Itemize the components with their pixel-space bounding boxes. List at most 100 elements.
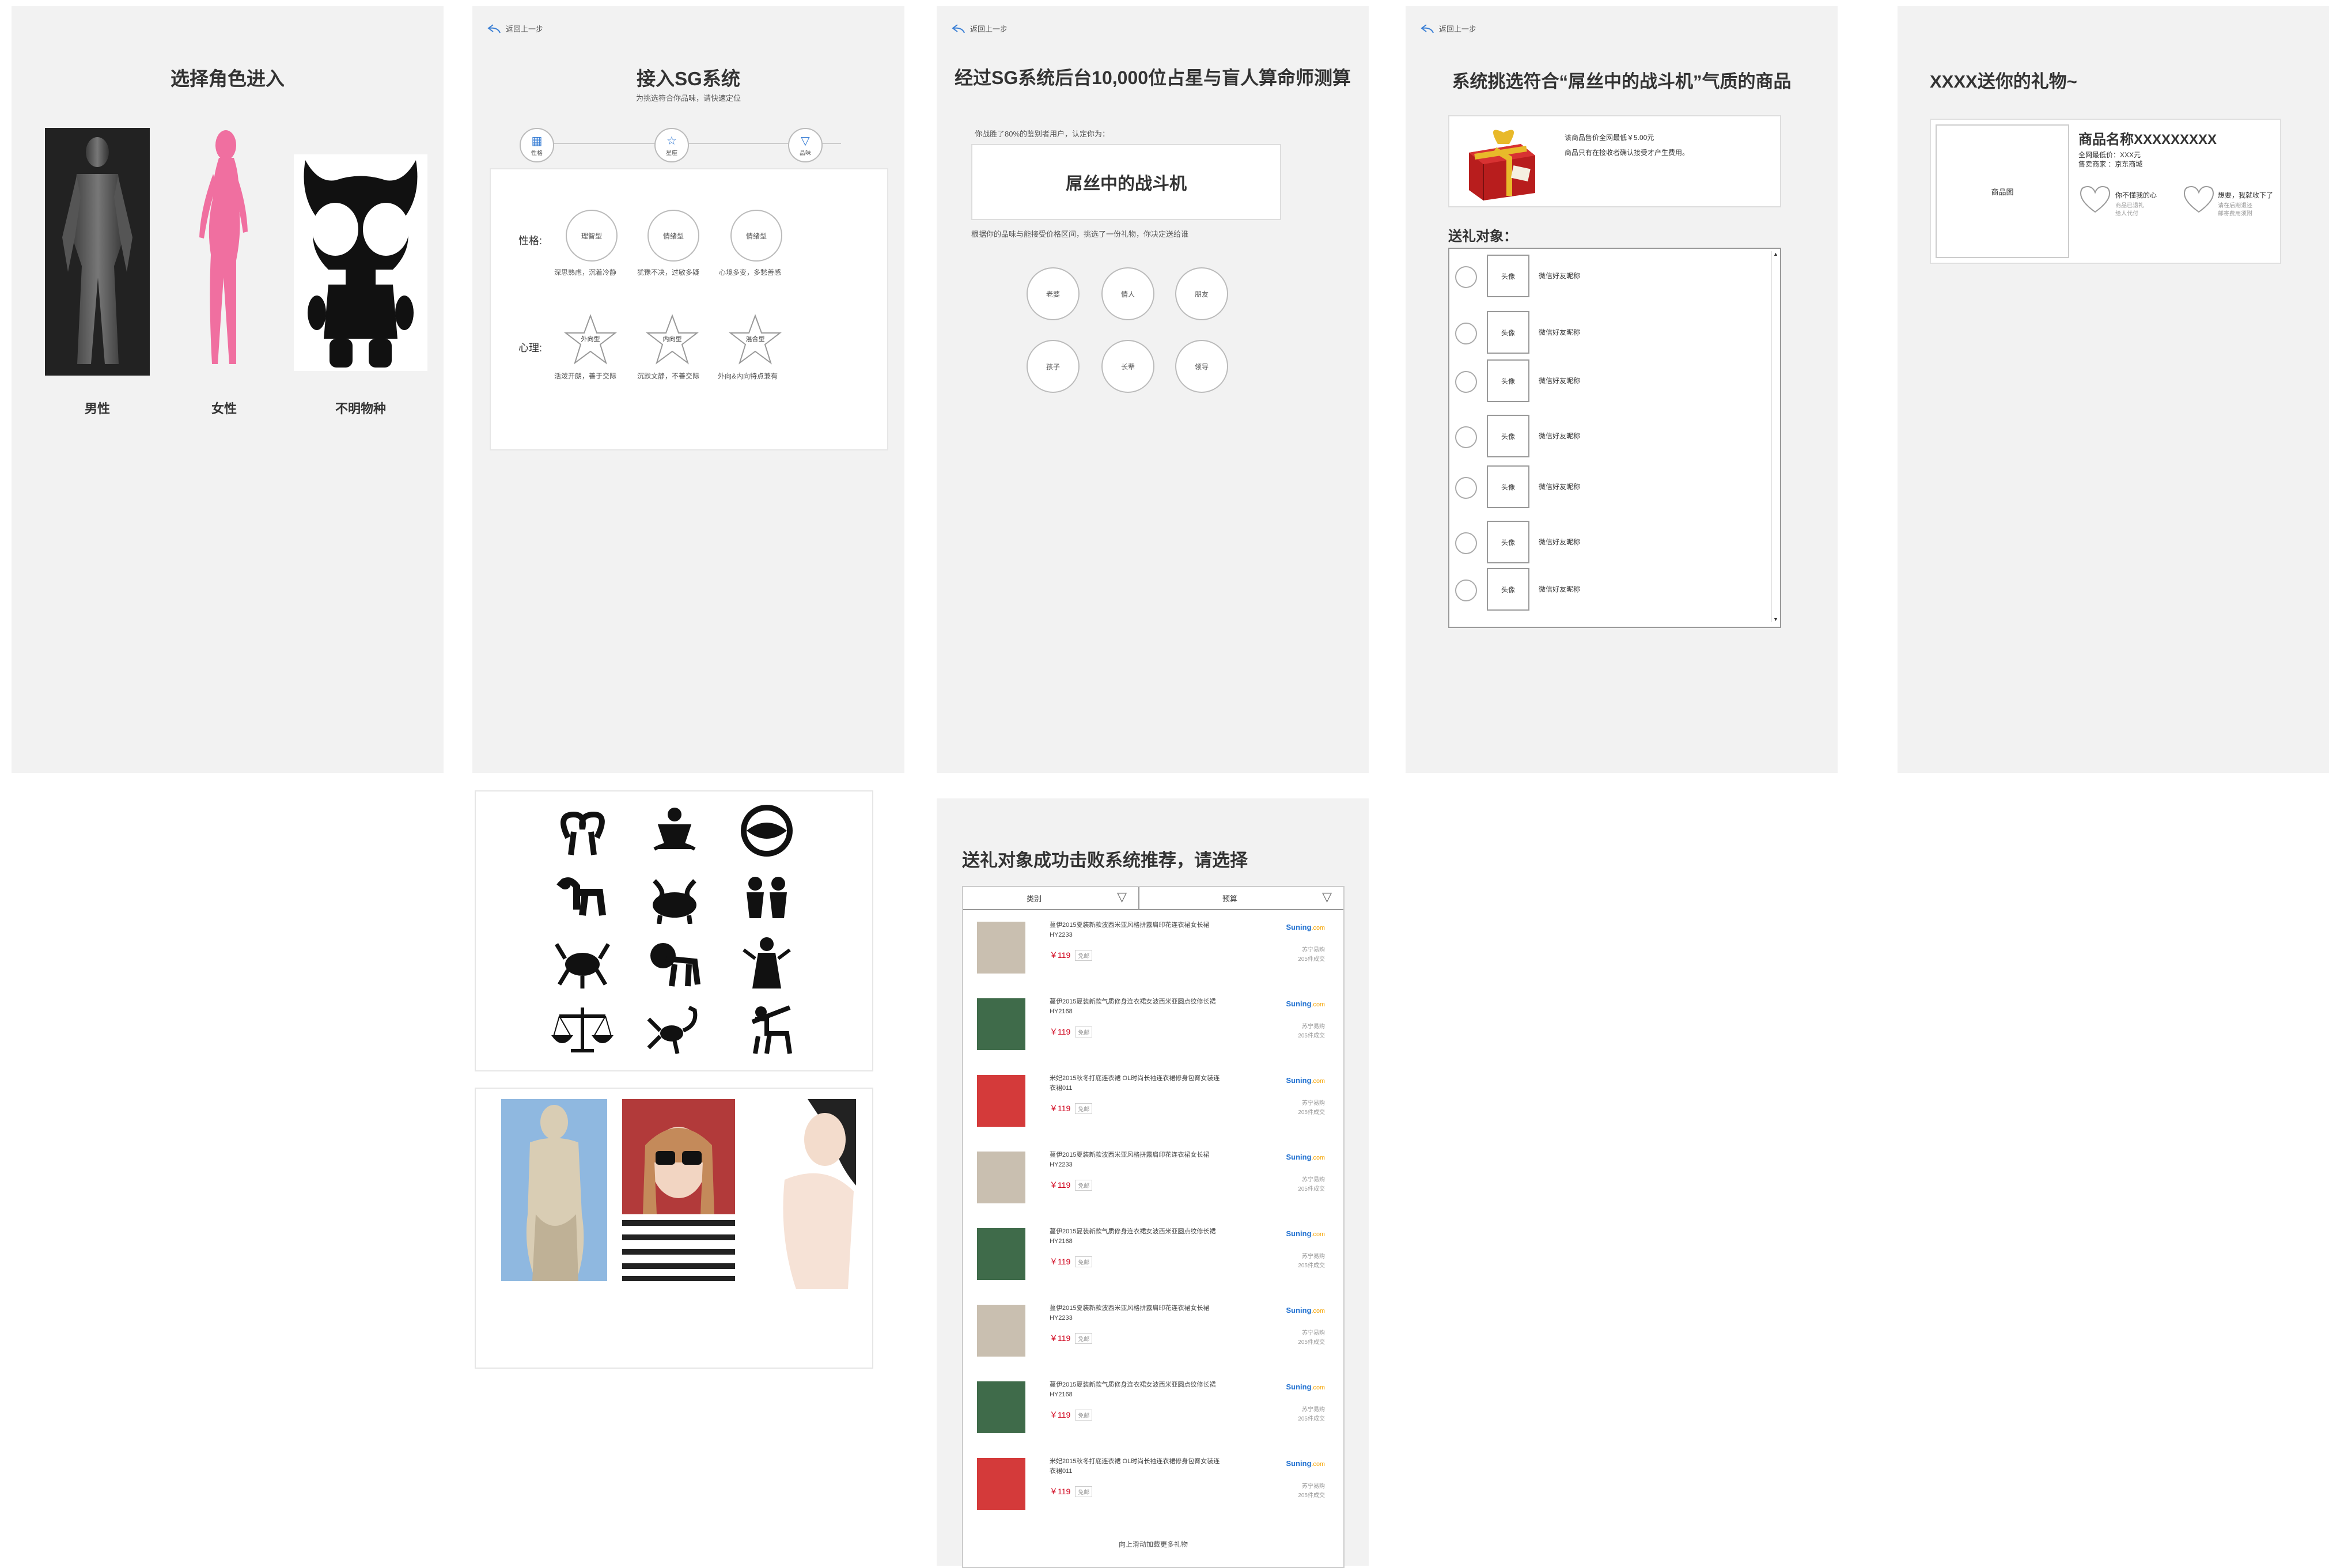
zodiac-capricorn-icon[interactable] <box>551 869 614 924</box>
product-price: ￥119 免邮 <box>1050 1486 1093 1497</box>
zodiac-scorpio-icon[interactable] <box>643 1002 706 1056</box>
friend-row[interactable]: 头像 微信好友昵称 <box>1455 311 1766 354</box>
product-price: ￥119 免邮 <box>1050 1026 1093 1037</box>
product-price: 全网最低价：XXX元 <box>2078 151 2141 159</box>
store-logo: Suning.com <box>1286 1459 1325 1468</box>
option-label: 混合型 <box>745 336 765 343</box>
option-desc: 心境多变，多愁善感 <box>719 268 782 277</box>
page-subtitle: 为挑选符合你品味，请快速定位 <box>635 94 741 103</box>
free-shipping-badge: 免邮 <box>1075 1410 1093 1421</box>
load-more-hint[interactable]: 向上滑动加载更多礼物 <box>963 1539 1343 1549</box>
product-thumbnail <box>977 1458 1025 1510</box>
product-row[interactable]: 蔓伊2015夏装新款波西米亚风格拼露肩印花连衣裙女长裙HY2233 ￥119 免邮 S… <box>972 915 1332 984</box>
radio-button[interactable] <box>1455 477 1477 499</box>
zodiac-sagittarius-icon[interactable] <box>735 1002 798 1056</box>
statue-photo-image[interactable] <box>501 1099 607 1281</box>
product-row[interactable]: 蔓伊2015夏装新款气质修身连衣裙女波西米亚圆点纹修长裙HY2168 ￥119 免邮… <box>972 1374 1332 1444</box>
role-unknown[interactable]: 不明物种 <box>294 154 427 416</box>
psych-option[interactable]: 混合型 <box>728 313 782 365</box>
zodiac-libra-icon[interactable] <box>551 1002 614 1056</box>
step-taste[interactable]: ▽ 品味 <box>788 128 823 162</box>
zodiac-pisces-icon[interactable] <box>735 803 798 858</box>
accept-label: 想要，我就收下了 <box>2218 191 2274 199</box>
friend-row[interactable]: 头像 微信好友昵称 <box>1455 568 1766 611</box>
option-label: 理智型 <box>581 232 602 240</box>
budget-dropdown[interactable]: 预算 ▽ <box>1139 887 1343 909</box>
friend-row[interactable]: 头像 微信好友昵称 <box>1455 359 1766 402</box>
free-shipping-badge: 免邮 <box>1075 1256 1093 1267</box>
price-value: ￥119 <box>1050 1257 1071 1266</box>
store-name: 苏宁易购 <box>1302 947 1325 953</box>
store-name: 苏宁易购 <box>1302 1253 1325 1260</box>
back-button[interactable]: 返回上一步 <box>952 23 1008 34</box>
target-wife-button[interactable]: 老婆 <box>1027 267 1080 320</box>
zodiac-aquarius-icon[interactable] <box>643 803 706 858</box>
store-logo-text: Suning <box>1286 1383 1312 1391</box>
target-lover-button[interactable]: 情人 <box>1101 267 1154 320</box>
back-button[interactable]: 返回上一步 <box>1421 23 1476 34</box>
target-friend-button[interactable]: 朋友 <box>1175 267 1228 320</box>
personality-option[interactable]: 理智型 <box>566 210 618 262</box>
radio-button[interactable] <box>1455 580 1477 601</box>
product-row[interactable]: 蔓伊2015夏装新款波西米亚风格拼露肩印花连衣裙女长裙HY2233 ￥119 免邮 S… <box>972 1145 1332 1214</box>
avatar: 头像 <box>1487 465 1529 508</box>
product-row[interactable]: 米妃2015秋冬打底连衣裙 OL时尚长袖连衣裙修身包臀女装连衣裙011 ￥119 免… <box>972 1451 1332 1520</box>
friend-row[interactable]: 头像 微信好友昵称 <box>1455 415 1766 457</box>
portrait-photo-image[interactable] <box>750 1099 856 1289</box>
zodiac-virgo-icon[interactable] <box>735 936 798 990</box>
accept-button[interactable]: 想要，我就收下了 请在后期退还 邮寄费用须附 <box>2182 184 2280 225</box>
zodiac-taurus-icon[interactable] <box>643 869 706 924</box>
price-value: ￥119 <box>1050 1180 1071 1190</box>
product-row[interactable]: 蔓伊2015夏装新款波西米亚风格拼露肩印花连衣裙女长裙HY2233 ￥119 免邮 S… <box>972 1298 1332 1367</box>
zodiac-gemini-icon[interactable] <box>735 869 798 924</box>
friend-row[interactable]: 头像 微信好友昵称 <box>1455 465 1766 508</box>
price-value: ￥119 <box>1050 1334 1071 1343</box>
price-value: ￥119 <box>1050 1104 1071 1113</box>
personality-option[interactable]: 情绪型 <box>730 210 782 262</box>
target-child-button[interactable]: 孩子 <box>1027 340 1080 393</box>
radio-button[interactable] <box>1455 266 1477 288</box>
radio-button[interactable] <box>1455 371 1477 393</box>
back-button[interactable]: 返回上一步 <box>487 23 543 34</box>
role-male[interactable]: 男性 <box>45 128 150 416</box>
sold-count: 205件成交 <box>1298 1416 1325 1422</box>
role-female[interactable]: 女性 <box>183 128 265 416</box>
friend-nickname: 微信好友昵称 <box>1539 483 1581 491</box>
store-logo-text: Suning <box>1286 1229 1312 1238</box>
gift-desc-fee: 商品只有在接收者确认接受才产生费用。 <box>1565 149 1690 157</box>
psych-option[interactable]: 内向型 <box>645 313 699 365</box>
product-thumbnail <box>977 1305 1025 1357</box>
radio-button[interactable] <box>1455 532 1477 554</box>
zodiac-cancer-icon[interactable] <box>551 936 614 990</box>
reject-button[interactable]: 你不懂我的心 商品已退礼 给人代付 <box>2078 184 2176 225</box>
radio-button[interactable] <box>1455 323 1477 344</box>
friend-row[interactable]: 头像 微信好友昵称 <box>1455 521 1766 563</box>
product-description: 蔓伊2015夏装新款波西米亚风格拼露肩印花连衣裙女长裙HY2233 <box>1050 1305 1210 1321</box>
reject-label: 你不懂我的心 <box>2115 191 2157 199</box>
target-leader-button[interactable]: 领导 <box>1175 340 1228 393</box>
store-logo: Suning.com <box>1286 1153 1325 1161</box>
product-list-frame: 类别 ▽ 预算 ▽ 蔓伊2015夏装新款波西米亚风格拼露肩印花连衣裙女长裙HY2… <box>962 886 1345 1568</box>
avatar: 头像 <box>1487 311 1529 354</box>
sunglasses-girl-photo-image[interactable] <box>622 1099 735 1281</box>
product-description: 米妃2015秋冬打底连衣裙 OL时尚长袖连衣裙修身包臀女装连衣裙011 <box>1050 1075 1220 1092</box>
personality-card: 性格: 理智型 深思熟虑，沉着冷静 情绪型 犹豫不决，过敏多疑 情绪型 心境多变… <box>490 168 888 450</box>
store-logo: Suning.com <box>1286 1076 1325 1085</box>
friend-row[interactable]: 头像 微信好友昵称 <box>1455 255 1766 297</box>
gift-card: 该商品售价全网最低￥5.00元 商品只有在接收者确认接受才产生费用。 <box>1448 115 1781 207</box>
product-row[interactable]: 蔓伊2015夏装新款气质修身连衣裙女波西米亚圆点纹修长裙HY2168 ￥119 免邮… <box>972 991 1332 1061</box>
product-row[interactable]: 米妃2015秋冬打底连衣裙 OL时尚长袖连衣裙修身包臀女装连衣裙011 ￥119 免… <box>972 1068 1332 1137</box>
scrollbar[interactable]: ▲ ▼ <box>1771 251 1779 622</box>
product-row[interactable]: 蔓伊2015夏装新款气质修身连衣裙女波西米亚圆点纹修长裙HY2168 ￥119 免邮… <box>972 1221 1332 1290</box>
psych-option[interactable]: 外向型 <box>563 313 618 365</box>
step-personality[interactable]: ▦ 性格 <box>520 128 554 162</box>
personality-option[interactable]: 情绪型 <box>647 210 699 262</box>
role-label: 男性 <box>84 402 110 416</box>
step-zodiac[interactable]: ☆ 星座 <box>654 128 689 162</box>
target-elder-button[interactable]: 长辈 <box>1101 340 1154 393</box>
zodiac-leo-icon[interactable] <box>643 936 706 990</box>
category-dropdown[interactable]: 类别 ▽ <box>963 887 1139 909</box>
store-meta: 苏宁易购 205件成交 <box>1298 1252 1325 1271</box>
radio-button[interactable] <box>1455 426 1477 448</box>
zodiac-aries-icon[interactable] <box>551 803 614 858</box>
